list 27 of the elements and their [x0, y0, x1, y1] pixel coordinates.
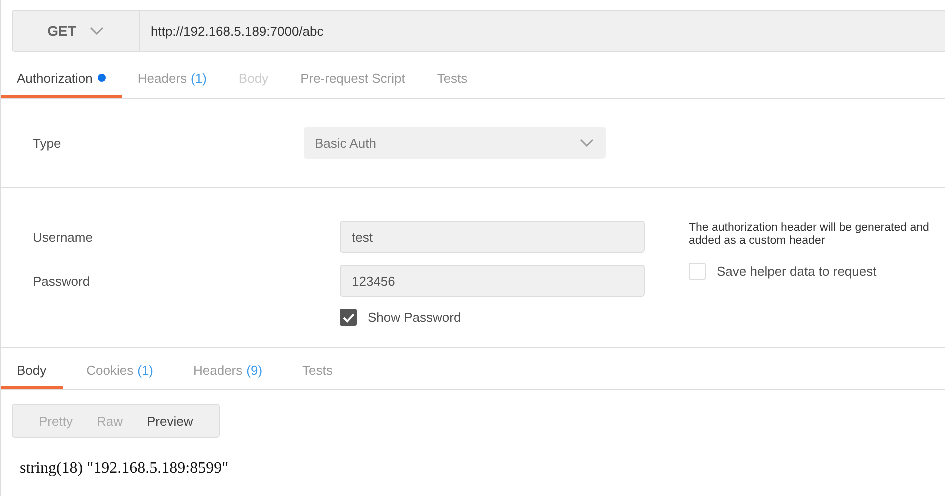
chevron-down-icon: [90, 27, 104, 35]
auth-type-dropdown[interactable]: Basic Auth: [304, 127, 606, 159]
show-password-checkbox[interactable]: [340, 309, 357, 326]
request-tab[interactable]: Authorization: [1, 61, 122, 98]
view-mode-button[interactable]: Preview: [134, 405, 206, 437]
save-helper-label: Save helper data to request: [717, 264, 877, 279]
response-tab[interactable]: Headers (9): [178, 355, 279, 389]
type-label: Type: [32, 136, 62, 150]
view-mode-button[interactable]: Pretty: [27, 405, 85, 437]
username-field[interactable]: test: [340, 221, 645, 253]
view-mode-button[interactable]: Raw: [84, 405, 135, 437]
show-password-label: Show Password: [368, 310, 462, 325]
save-helper-checkbox[interactable]: [689, 263, 706, 280]
chevron-down-icon: [580, 139, 594, 147]
response-tab[interactable]: Body: [1, 355, 63, 389]
method-dropdown[interactable]: GET: [13, 11, 140, 51]
help-text: The authorization header will be generated and added as a custom header: [689, 222, 930, 248]
url-field[interactable]: http://192.168.5.189:7000/abc: [140, 11, 324, 51]
response-output: string(18) "192.168.5.189:8599": [20, 460, 230, 478]
password-label: Password: [32, 274, 92, 288]
username-label: Username: [32, 230, 94, 244]
response-tab[interactable]: Tests: [286, 355, 349, 389]
request-tab[interactable]: Pre-request Script: [284, 61, 422, 98]
response-tab[interactable]: Cookies (1): [70, 355, 170, 389]
request-tab[interactable]: Tests: [421, 61, 484, 98]
request-tab[interactable]: Headers (1): [122, 61, 223, 98]
password-field[interactable]: 123456: [340, 265, 645, 297]
